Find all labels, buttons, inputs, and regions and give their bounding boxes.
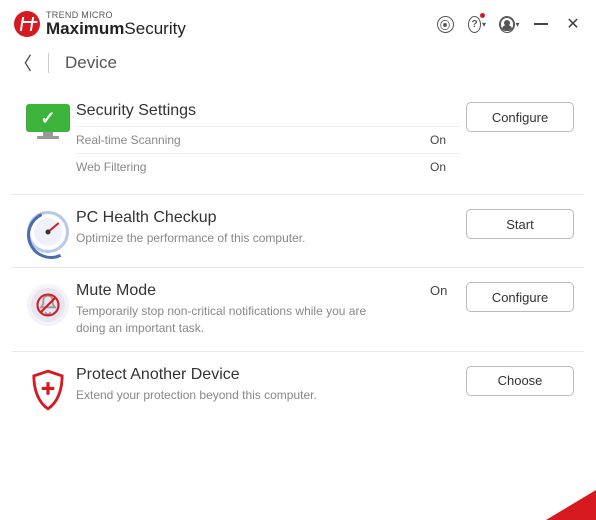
titlebar: TREND MICRO MaximumSecurity ⦿ ?▾ ▾ ✕ bbox=[0, 0, 596, 44]
profile-icon[interactable]: ▾ bbox=[500, 15, 518, 33]
mute-title: Mute Mode bbox=[76, 282, 430, 300]
mute-status: On bbox=[430, 283, 460, 298]
brand-logo bbox=[14, 11, 40, 37]
security-monitor-icon: ✓ bbox=[20, 102, 76, 180]
row-web-filtering: Web Filtering On bbox=[76, 153, 460, 180]
health-desc: Optimize the performance of this compute… bbox=[76, 230, 396, 247]
mute-desc: Temporarily stop non-critical notificati… bbox=[76, 303, 396, 337]
section-protect-device: Protect Another Device Extend your prote… bbox=[12, 352, 584, 426]
content: ✓ Security Settings Real-time Scanning O… bbox=[0, 88, 596, 426]
section-mute-mode: Mute Mode On Temporarily stop non-critic… bbox=[12, 268, 584, 352]
divider bbox=[48, 53, 49, 73]
security-configure-button[interactable]: Configure bbox=[466, 102, 574, 132]
brand-text: TREND MICRO MaximumSecurity bbox=[46, 11, 186, 37]
row-label: Web Filtering bbox=[76, 160, 430, 174]
brand-thin: Security bbox=[124, 19, 185, 38]
shield-plus-icon bbox=[20, 366, 76, 412]
gauge-icon bbox=[20, 209, 76, 253]
section-security-settings: ✓ Security Settings Real-time Scanning O… bbox=[12, 88, 584, 195]
protect-title: Protect Another Device bbox=[76, 366, 460, 384]
health-title: PC Health Checkup bbox=[76, 209, 460, 227]
mute-configure-button[interactable]: Configure bbox=[466, 282, 574, 312]
row-label: Real-time Scanning bbox=[76, 133, 430, 147]
section-pc-health: PC Health Checkup Optimize the performan… bbox=[12, 195, 584, 268]
titlebar-actions: ⦿ ?▾ ▾ ✕ bbox=[436, 15, 582, 33]
protect-choose-button[interactable]: Choose bbox=[466, 366, 574, 396]
row-value: On bbox=[430, 133, 460, 147]
brand-bold: Maximum bbox=[46, 19, 124, 38]
row-value: On bbox=[430, 160, 460, 174]
health-start-button[interactable]: Start bbox=[466, 209, 574, 239]
mute-bell-icon bbox=[20, 282, 76, 337]
row-realtime-scanning: Real-time Scanning On bbox=[76, 126, 460, 153]
protect-desc: Extend your protection beyond this compu… bbox=[76, 387, 396, 404]
hint-icon[interactable]: ⦿ bbox=[436, 15, 454, 33]
corner-accent bbox=[546, 490, 596, 520]
back-button[interactable]: 〈 bbox=[14, 50, 32, 76]
close-button[interactable]: ✕ bbox=[564, 15, 582, 33]
help-icon[interactable]: ?▾ bbox=[468, 15, 486, 33]
subheader: 〈 Device bbox=[0, 44, 596, 88]
minimize-button[interactable] bbox=[532, 15, 550, 33]
page-title: Device bbox=[65, 53, 117, 73]
security-title: Security Settings bbox=[76, 102, 460, 120]
